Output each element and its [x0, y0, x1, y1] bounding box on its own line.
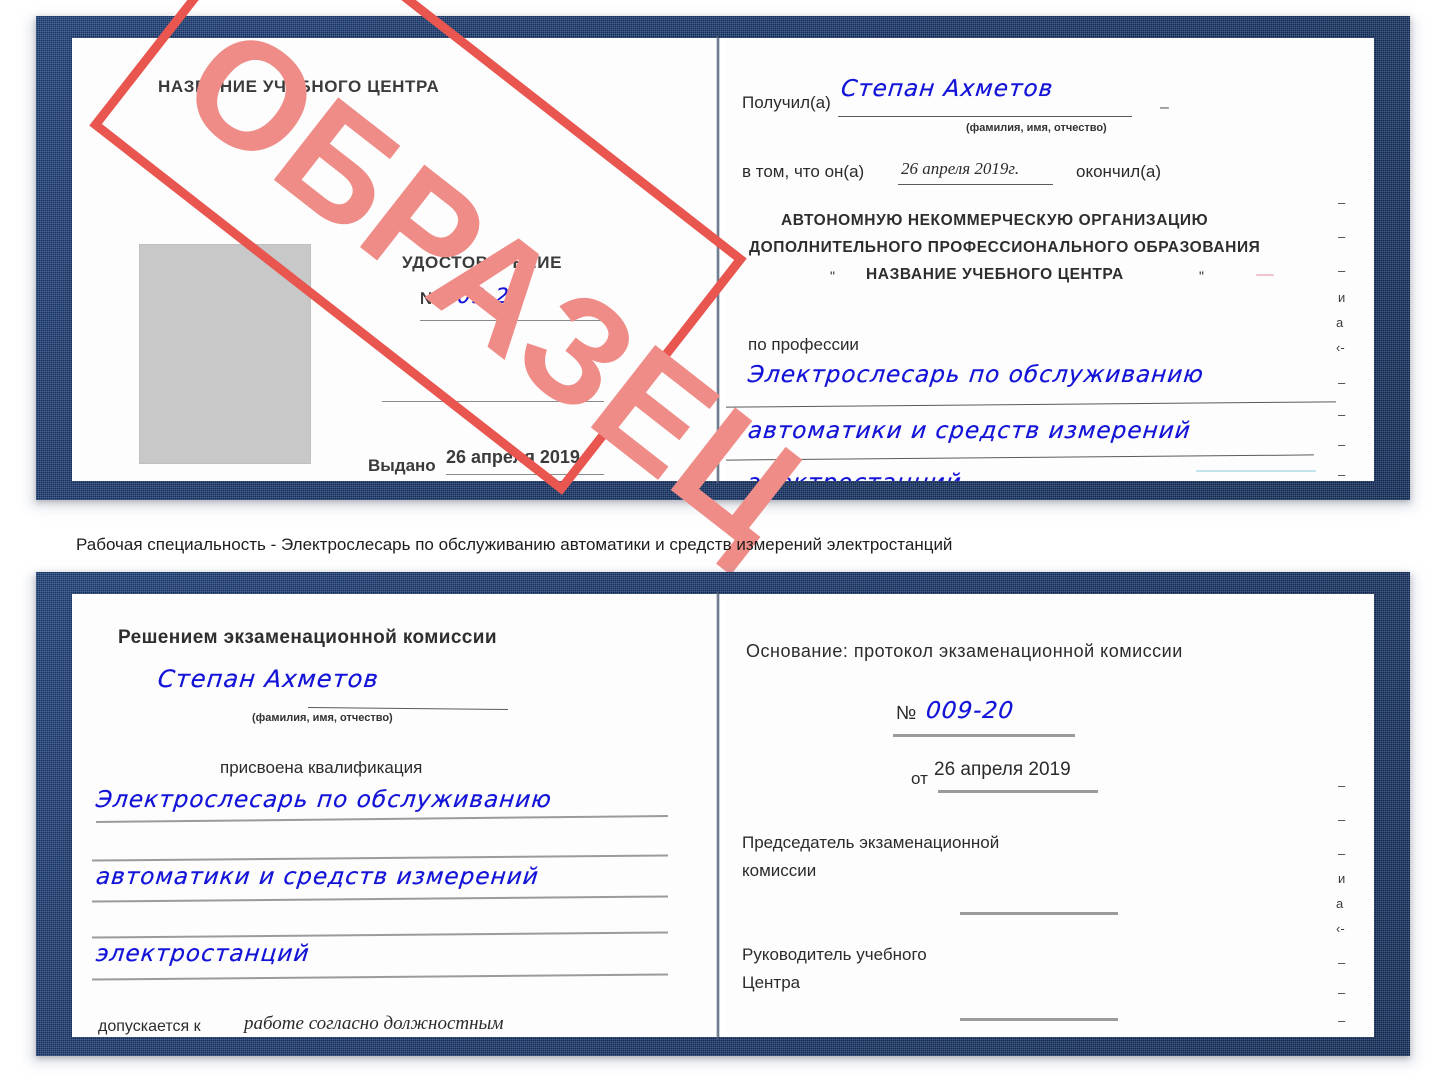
profession-rule-2	[726, 454, 1314, 461]
edge-mark-b4: и	[1338, 871, 1346, 886]
qualification-label: присвоена квалификация	[220, 758, 423, 777]
finished-label: окончил(а)	[1076, 162, 1161, 181]
edge-mark-7: –	[1338, 375, 1346, 390]
edge-mark-b1: –	[1338, 778, 1346, 793]
blank-rule-1	[382, 401, 604, 402]
edge-mark-10: –	[1338, 467, 1346, 481]
qualification-rule-1	[96, 815, 668, 823]
qualification-rule-3a	[92, 931, 668, 939]
received-label: Получил(а)	[742, 93, 831, 112]
bottom-right-page: Основание: протокол экзаменационной коми…	[726, 594, 1374, 1037]
basis-label: Основание: протокол экзаменационной коми…	[746, 641, 1183, 661]
edge-mark-2: –	[1338, 229, 1346, 244]
edge-mark-9: –	[1338, 437, 1346, 452]
profession-line-2: автоматики и средств измерений	[746, 418, 1193, 444]
bottom-name-value: Степан Ахметов	[156, 665, 381, 693]
training-center-title: НАЗВАНИЕ УЧЕБНОГО ЦЕНТРА	[158, 77, 440, 96]
top-left-page: НАЗВАНИЕ УЧЕБНОГО ЦЕНТРА УДОСТОВЕРЕНИЕ №…	[72, 38, 712, 481]
bottom-certificate-cover: Решением экзаменационной комиссии Степан…	[36, 572, 1410, 1056]
protocol-number-rule	[893, 734, 1075, 737]
edge-mark-b9: –	[1338, 1013, 1346, 1028]
edge-mark-8: –	[1338, 407, 1346, 422]
edge-mark-b5: а	[1336, 896, 1344, 911]
profession-rule-1	[726, 401, 1336, 408]
fio-hint-bottom: (фамилия, имя, отчество)	[252, 712, 393, 724]
edge-mark-3: –	[1338, 263, 1346, 278]
edge-mark-b2: –	[1338, 812, 1346, 827]
edge-mark-4: и	[1338, 290, 1346, 305]
org-line-2: ДОПОЛНИТЕЛЬНОГО ПРОФЕССИОНАЛЬНОГО ОБРАЗО…	[749, 239, 1261, 256]
qualification-rule-3b	[92, 973, 668, 981]
edge-mark-6: ‹-	[1336, 340, 1345, 355]
edge-mark-b6: ‹-	[1336, 921, 1345, 936]
head-signature-rule	[960, 1018, 1118, 1021]
document-title: УДОСТОВЕРЕНИЕ	[402, 253, 563, 272]
protocol-number-label: №	[896, 703, 917, 724]
qualification-line-1: Электрослесарь по обслуживанию	[94, 787, 554, 813]
qualification-line-3: электростанций	[94, 941, 311, 967]
bottom-certificate-pages: Решением экзаменационной комиссии Степан…	[72, 592, 1374, 1039]
certificate-sample-page: НАЗВАНИЕ УЧЕБНОГО ЦЕНТРА УДОСТОВЕРЕНИЕ №…	[0, 0, 1448, 1085]
protocol-number-value: 009-20	[924, 698, 1016, 724]
received-name-value: Степан Ахметов	[839, 76, 1055, 102]
protocol-date-value: 26 апреля 2019	[934, 759, 1071, 780]
qualification-rule-2b	[92, 895, 668, 903]
decision-title: Решением экзаменационной комиссии	[118, 627, 497, 648]
top-certificate-cover: НАЗВАНИЕ УЧЕБНОГО ЦЕНТРА УДОСТОВЕРЕНИЕ №…	[36, 16, 1410, 500]
profession-label: по профессии	[748, 335, 859, 354]
photo-placeholder	[139, 244, 311, 464]
issued-date-value: 26 апреля 2019	[446, 447, 580, 467]
bottom-name-rule	[308, 706, 508, 711]
protocol-date-rule	[938, 790, 1098, 793]
head-line-1: Руководитель учебного	[742, 945, 927, 964]
edge-dash-a: –	[1160, 99, 1169, 116]
edge-mark-b3: –	[1338, 846, 1346, 861]
issued-date-rule	[446, 474, 604, 475]
top-book-spine	[716, 36, 720, 483]
top-certificate-pages: НАЗВАНИЕ УЧЕБНОГО ЦЕНТРА УДОСТОВЕРЕНИЕ №…	[72, 36, 1374, 483]
pink-artifact	[1256, 274, 1274, 276]
profession-line-3: электростанций	[747, 470, 963, 481]
qualification-rule-2a	[92, 854, 668, 862]
issued-label: Выдано	[368, 456, 436, 475]
org-quote-open: "	[830, 268, 835, 284]
profession-line-1: Электрослесарь по обслуживанию	[746, 362, 1206, 388]
edge-mark-b7: –	[1338, 955, 1346, 970]
received-name-rule	[838, 116, 1132, 117]
certificate-number-rule	[420, 320, 603, 321]
qualification-line-2: автоматики и средств измерений	[94, 864, 541, 890]
specialty-caption: Рабочая специальность - Электрослесарь п…	[76, 535, 953, 554]
bottom-left-page: Решением экзаменационной комиссии Степан…	[72, 594, 712, 1037]
chairman-signature-rule	[960, 912, 1118, 915]
admitted-label: допускается к	[98, 1018, 201, 1035]
chairman-line-2: комиссии	[742, 861, 817, 880]
bottom-book-spine	[716, 592, 720, 1039]
chairman-line-1: Председатель экзаменационной	[742, 833, 1000, 852]
admitted-line-1: работе согласно должностным	[244, 1013, 504, 1034]
head-line-2: Центра	[742, 973, 801, 992]
edge-mark-1: –	[1338, 195, 1346, 210]
top-right-page: Получил(а) Степан Ахметов (фамилия, имя,…	[726, 38, 1374, 481]
in-that-date-value: 26 апреля 2019г.	[901, 159, 1020, 178]
fio-hint-top: (фамилия, имя, отчество)	[966, 122, 1107, 134]
org-line-1: АВТОНОМНУЮ НЕКОММЕРЧЕСКУЮ ОРГАНИЗАЦИЮ	[781, 212, 1209, 229]
in-that-date-rule	[898, 184, 1053, 185]
protocol-date-label: от	[911, 769, 928, 788]
certificate-number-value: 009-20	[441, 284, 526, 308]
org-quote-close: "	[1199, 268, 1204, 284]
org-line-3: НАЗВАНИЕ УЧЕБНОГО ЦЕНТРА	[866, 266, 1124, 283]
certificate-number-label: №	[420, 289, 439, 308]
edge-mark-b8: –	[1338, 985, 1346, 1000]
in-that-label: в том, что он(а)	[742, 162, 865, 181]
cyan-artifact	[1196, 470, 1316, 472]
edge-mark-5: а	[1336, 315, 1344, 330]
